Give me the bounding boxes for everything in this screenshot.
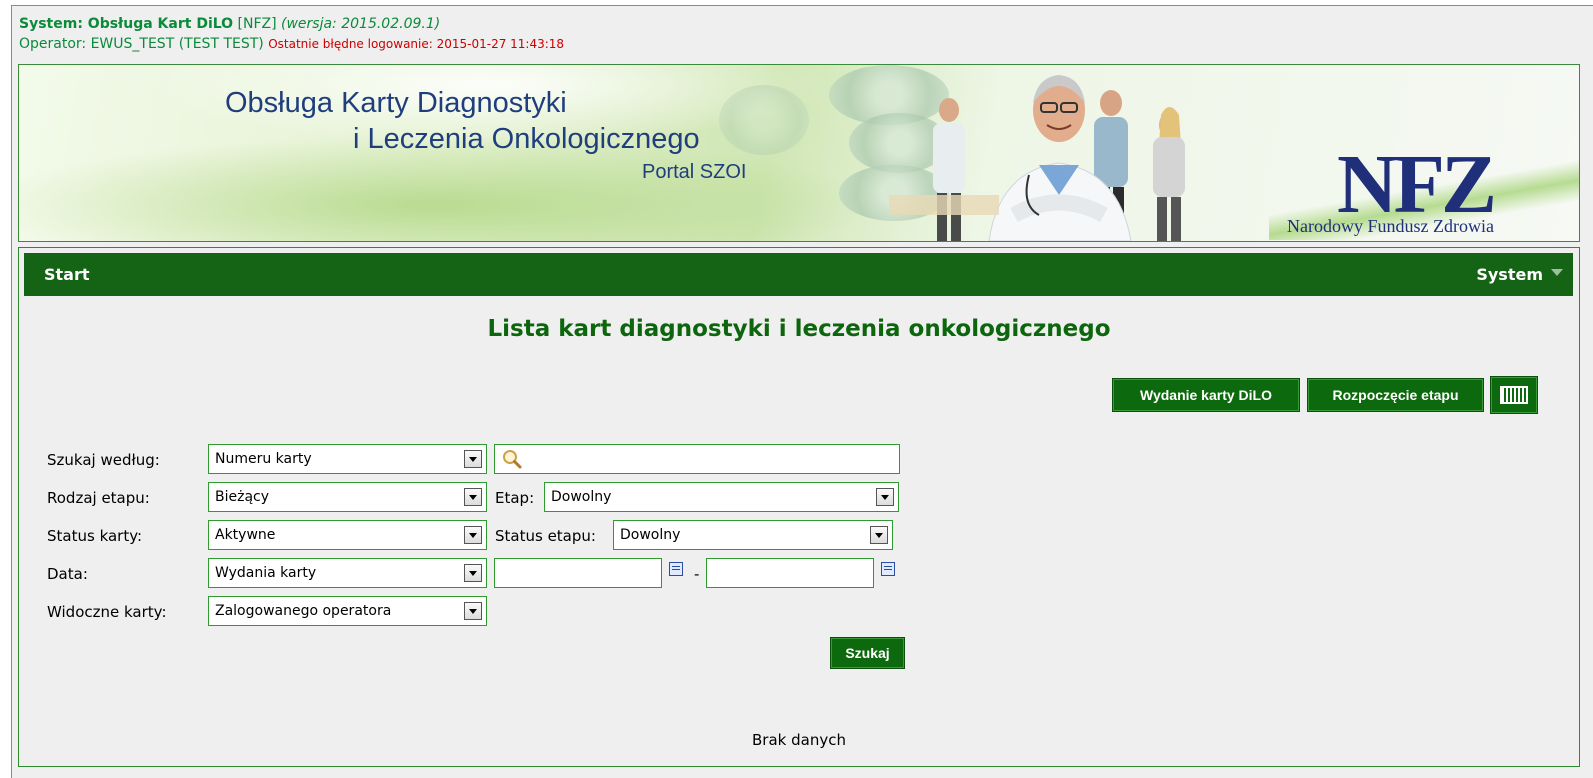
system-line: System: Obsługa Kart DiLO [NFZ] (wersja:…: [19, 15, 564, 33]
date-to-input[interactable]: [706, 558, 874, 588]
banner-title-line2: i Leczenia Onkologicznego: [353, 123, 700, 155]
app-frame: System: Obsługa Kart DiLO [NFZ] (wersja:…: [11, 5, 1593, 778]
stage-status-value: Dowolny: [620, 527, 681, 543]
stage-status-label: Status etapu:: [495, 527, 596, 545]
chevron-down-icon[interactable]: [464, 564, 482, 582]
date-separator: -: [694, 565, 700, 583]
visible-cards-select[interactable]: Zalogowanego operatora: [208, 596, 487, 626]
banner-portal-label: Portal SZOI: [642, 161, 747, 183]
page-title: Lista kart diagnostyki i leczenia onkolo…: [487, 316, 1111, 342]
chevron-down-icon[interactable]: [464, 526, 482, 544]
operator-line: Operator: EWUS_TEST (TEST TEST) Ostatnie…: [19, 35, 564, 53]
stage-type-value: Bieżący: [215, 489, 270, 505]
visible-cards-label: Widoczne karty:: [47, 603, 167, 621]
issue-card-button[interactable]: Wydanie karty DiLO: [1112, 378, 1300, 412]
search-by-value: Numeru karty: [215, 451, 312, 467]
operator-info: Operator: EWUS_TEST (TEST TEST): [19, 36, 264, 52]
no-data-message: Brak danych: [752, 731, 846, 749]
menu-bar: Start System: [24, 253, 1573, 296]
card-status-label: Status karty:: [47, 527, 143, 545]
banner-title-line1: Obsługa Karty Diagnostyki: [225, 87, 567, 119]
calendar-icon[interactable]: [669, 562, 683, 576]
chevron-down-icon[interactable]: [870, 526, 888, 544]
start-stage-button[interactable]: Rozpoczęcie etapu: [1307, 378, 1484, 412]
system-version: (wersja: 2015.02.09.1): [281, 16, 441, 32]
search-by-select[interactable]: Numeru karty: [208, 444, 487, 474]
card-status-select[interactable]: Aktywne: [208, 520, 487, 550]
chevron-down-icon[interactable]: [464, 488, 482, 506]
last-failed-login: Ostatnie błędne logowanie: 2015-01-27 11…: [268, 37, 565, 51]
system-nfz: [NFZ]: [237, 16, 277, 32]
barcode-icon: [1500, 386, 1528, 404]
xray-scan-image: [719, 85, 809, 155]
menu-item-system[interactable]: System: [1476, 265, 1543, 284]
date-label: Data:: [47, 565, 88, 583]
chevron-down-icon[interactable]: [464, 450, 482, 468]
stage-select[interactable]: Dowolny: [544, 482, 899, 512]
chevron-down-icon[interactable]: [464, 602, 482, 620]
header-banner: Obsługa Karty Diagnostyki i Leczenia Onk…: [18, 64, 1580, 242]
doctor-photo: [889, 75, 1185, 241]
nfz-logo: NFZ: [1337, 138, 1497, 231]
card-status-value: Aktywne: [215, 527, 276, 543]
stage-label: Etap:: [495, 489, 535, 507]
search-input[interactable]: [494, 444, 900, 474]
stage-type-label: Rodzaj etapu:: [47, 489, 150, 507]
barcode-button[interactable]: [1490, 376, 1538, 414]
chevron-down-icon[interactable]: [1551, 269, 1563, 276]
search-button[interactable]: Szukaj: [830, 637, 905, 669]
date-type-value: Wydania karty: [215, 565, 317, 581]
date-type-select[interactable]: Wydania karty: [208, 558, 487, 588]
stage-value: Dowolny: [551, 489, 612, 505]
visible-cards-value: Zalogowanego operatora: [215, 603, 392, 619]
chevron-down-icon[interactable]: [876, 488, 894, 506]
main-panel: Start System Lista kart diagnostyki i le…: [18, 247, 1580, 767]
calendar-icon[interactable]: [881, 562, 895, 576]
stage-status-select[interactable]: Dowolny: [613, 520, 893, 550]
menu-item-start[interactable]: Start: [44, 265, 90, 284]
date-from-input[interactable]: [494, 558, 662, 588]
system-info: System: Obsługa Kart DiLO [NFZ] (wersja:…: [19, 15, 564, 53]
search-icon: [503, 450, 522, 469]
nfz-logo-subtitle: Narodowy Fundusz Zdrowia: [1287, 216, 1494, 236]
system-name: System: Obsługa Kart DiLO: [19, 16, 234, 32]
stage-type-select[interactable]: Bieżący: [208, 482, 487, 512]
search-by-label: Szukaj według:: [47, 451, 160, 469]
